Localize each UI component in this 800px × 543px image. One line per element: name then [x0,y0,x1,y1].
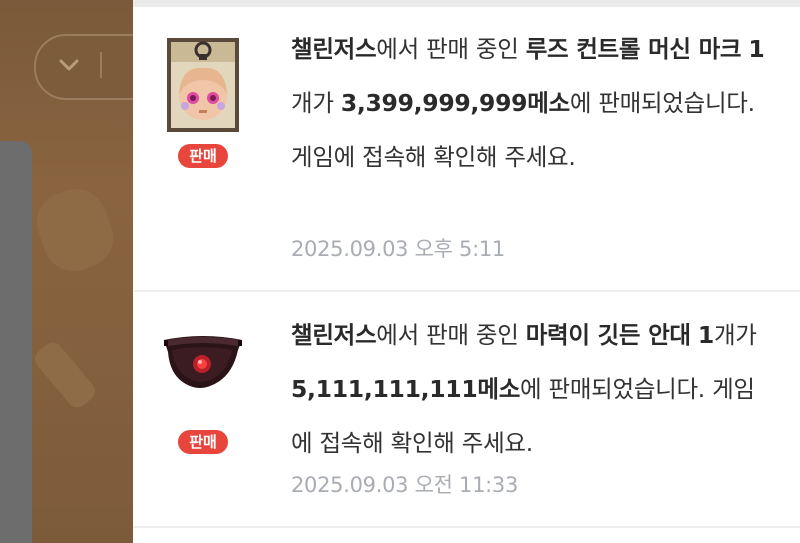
notification-item[interactable]: 판매 챌린저스에서 판매 중인 마력이 깃든 안대 1개가 5,111,111,… [133,292,800,528]
item-thumbnail: 판매 [161,36,245,168]
message-text: 에서 판매 중인 [376,321,526,349]
timestamp: 2025.09.03 오전 11:33 [291,473,519,497]
quantity: 1 [748,35,765,63]
message-text: 에서 판매 중인 [376,35,526,63]
notification-item[interactable]: 판매 챌린저스에서 판매 중인 루즈 컨트롤 머신 마크 1 개가 3,399,9… [133,7,800,292]
price: 5,111,111,111메소 [291,375,521,403]
background-decoration [31,338,99,412]
chevron-down-icon [52,50,86,80]
item-thumbnail: 판매 [161,330,245,454]
price: 3,399,999,999메소 [340,89,570,117]
background-decoration [28,180,122,280]
rose-control-machine-mark-item-icon [167,38,239,132]
divider [100,52,102,78]
notification-message: 챌린저스에서 판매 중인 루즈 컨트롤 머신 마크 1 개가 3,399,999,… [291,22,771,184]
notification-message: 챌린저스에서 판매 중인 마력이 깃든 안대 1개가 5,111,111,111… [291,308,771,470]
sale-badge: 판매 [178,144,228,168]
item-name: 루즈 컨트롤 머신 마크 [525,35,742,63]
item-name: 마력이 깃든 안대 [525,321,691,349]
message-text: 개가 [713,321,757,349]
seller-name: 챌린저스 [291,321,377,349]
divider [133,0,800,7]
notification-panel: 판매 챌린저스에서 판매 중인 루즈 컨트롤 머신 마크 1개가 3,399,9… [133,0,800,543]
timestamp: 2025.09.03 오후 5:11 [291,237,505,261]
sale-badge: 판매 [178,430,228,454]
quantity: 1 [697,321,714,349]
magic-eye-patch-item-icon [164,336,242,388]
background-app [0,0,133,543]
seller-name: 챌린저스 [291,35,377,63]
background-card [0,141,32,543]
message-text: 개가 [291,89,341,117]
